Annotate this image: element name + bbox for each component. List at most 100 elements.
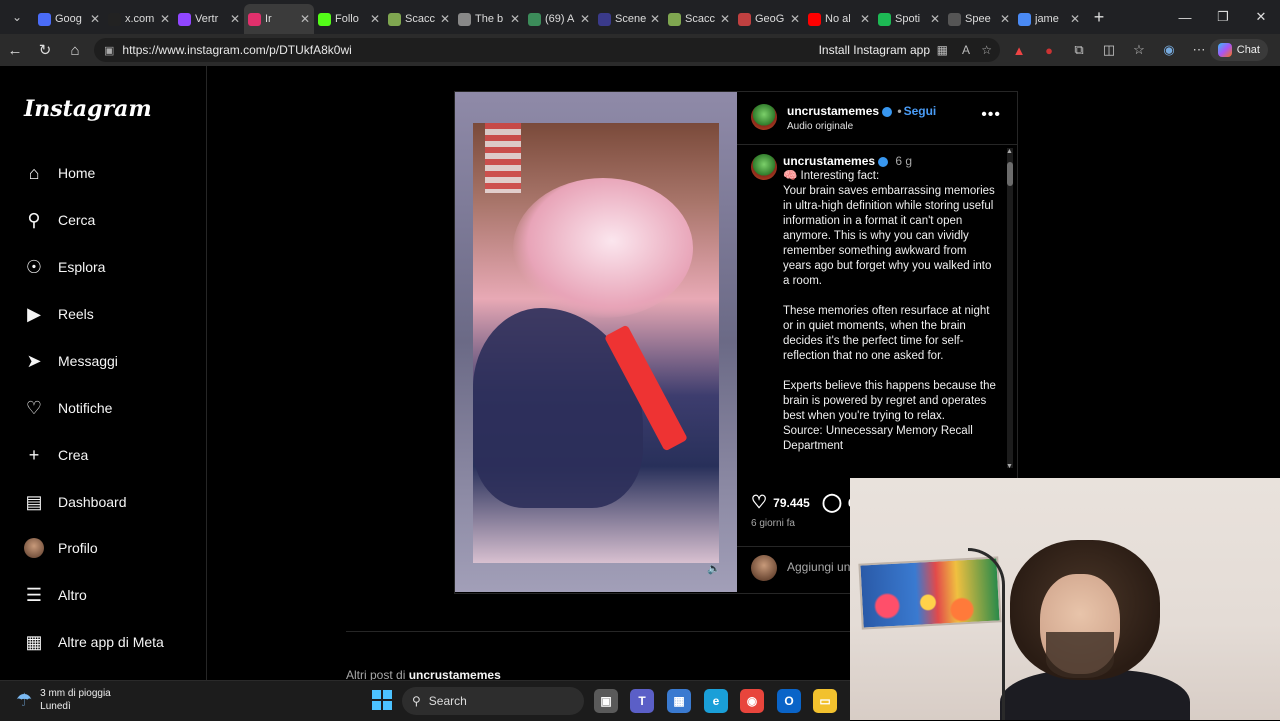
taskbar-outlook-icon[interactable]: O [777,689,801,713]
nav-item-messaggi[interactable]: ➤ Messaggi [24,346,117,376]
minimize-button[interactable]: — [1166,0,1204,34]
favorite-star-icon[interactable]: ☆ [981,43,992,57]
tab-close-icon[interactable]: ✕ [650,12,660,26]
tab-close-icon[interactable]: ✕ [300,12,310,26]
weather-widget[interactable]: ☂ 3 mm di pioggia Lunedì [16,687,111,713]
back-button[interactable]: ← [0,42,30,59]
nav-item-crea[interactable]: + Crea [24,440,89,470]
tab-close-icon[interactable]: ✕ [860,12,870,26]
nav-item-profilo[interactable]: Profilo [24,533,98,563]
browser-tab[interactable]: jame ✕ [1014,4,1084,34]
address-bar[interactable]: ▣ https://www.instagram.com/p/DTUkfA8k0w… [94,38,1000,62]
taskbar-edge-icon[interactable]: e [704,689,728,713]
tab-actions-menu-icon[interactable]: ⌄ [0,0,34,34]
post-media[interactable]: 🔈 [455,92,737,592]
nav-item-esplora[interactable]: ☉ Esplora [24,252,106,282]
maximize-button[interactable]: ❐ [1204,0,1242,34]
more-options-icon[interactable]: ⋯ [1188,42,1210,58]
like-heart-icon[interactable]: ♡ [751,492,767,513]
nav-item-altro[interactable]: ☰ Altro [24,580,87,610]
browser-tab[interactable]: Scacc ✕ [384,4,454,34]
browser-tab[interactable]: Spoti ✕ [874,4,944,34]
taskbar-search[interactable]: ⚲ Search [402,687,584,715]
copilot-chat-button[interactable]: Chat [1209,39,1268,61]
close-window-button[interactable]: ✕ [1242,0,1280,34]
browser-tab[interactable]: GeoG ✕ [734,4,804,34]
taskbar-store-icon[interactable]: ▦ [667,689,691,713]
audio-link[interactable]: Audio originale [787,121,853,132]
tab-close-icon[interactable]: ✕ [720,12,730,26]
scroll-up-icon[interactable]: ▲ [1006,148,1013,155]
site-info-icon[interactable]: ▣ [104,44,114,57]
tab-close-icon[interactable]: ✕ [790,12,800,26]
taskbar-teams-icon[interactable]: T [630,689,654,713]
tab-list: Goog ✕ x.com ✕ Vertr ✕ Ir ✕ Follo ✕ Scacc ✕ The b ✕ (6… [34,0,1084,34]
nav-label: Altro [58,587,87,603]
comment-bubble-icon[interactable]: ◯ [822,492,842,513]
author-username[interactable]: uncrustamemes [787,104,879,118]
instagram-logo[interactable]: Instagram [24,96,152,122]
likes-count[interactable]: 79.445 [773,496,810,510]
install-app-button[interactable]: Install Instagram app [819,43,930,57]
nav-item-altre-app-di-meta[interactable]: ▦ Altre app di Meta [24,627,163,657]
home-button[interactable]: ⌂ [60,42,90,59]
new-tab-button[interactable]: + [1084,7,1114,28]
browser-tab[interactable]: No al ✕ [804,4,874,34]
tab-close-icon[interactable]: ✕ [1070,12,1080,26]
browser-tab[interactable]: Goog ✕ [34,4,104,34]
post-options-icon[interactable]: ••• [981,106,1001,124]
browser-tab[interactable]: Scene ✕ [594,4,664,34]
nav-item-home[interactable]: ⌂ Home [24,158,96,188]
nav-item-notifiche[interactable]: ♡ Notifiche [24,393,113,423]
menu-icon: ☰ [25,584,43,605]
nav-item-dashboard[interactable]: ▤ Dashboard [24,487,126,517]
read-aloud-icon[interactable]: A [962,43,970,57]
post-date: 6 giorni fa [751,518,795,529]
video-frame[interactable] [473,123,719,563]
favorites-icon[interactable]: ☆ [1128,42,1150,58]
taskbar-chrome-icon[interactable]: ◉ [740,689,764,713]
caption-avatar[interactable] [751,154,777,180]
tab-close-icon[interactable]: ✕ [230,12,240,26]
tab-close-icon[interactable]: ✕ [90,12,100,26]
browser-tab[interactable]: Scacc ✕ [664,4,734,34]
nav-item-cerca[interactable]: ⚲ Cerca [24,205,95,235]
webcam-overlay [850,478,1280,720]
split-screen-icon[interactable]: ◫ [1098,42,1120,58]
browser-tab[interactable]: Vertr ✕ [174,4,244,34]
tab-close-icon[interactable]: ✕ [580,12,590,26]
extensions-puzzle-icon[interactable]: ⧉ [1068,42,1090,58]
tab-close-icon[interactable]: ✕ [370,12,380,26]
caption-scrollbar[interactable]: ▲ ▼ [1006,148,1013,470]
tab-title: Scene [615,13,646,25]
weather-line-2: Lunedì [40,701,71,712]
browser-tab[interactable]: x.com ✕ [104,4,174,34]
taskbar-task-view-icon[interactable]: ▣ [594,689,618,713]
taskbar-explorer-icon[interactable]: ▭ [813,689,837,713]
caption-username[interactable]: uncrustamemes [783,154,875,168]
profile-icon[interactable]: ◉ [1158,42,1180,58]
tab-close-icon[interactable]: ✕ [160,12,170,26]
refresh-button[interactable]: ↻ [30,41,60,59]
browser-tab[interactable]: Spee ✕ [944,4,1014,34]
start-button[interactable] [372,690,392,710]
browser-tab[interactable]: Follo ✕ [314,4,384,34]
tab-close-icon[interactable]: ✕ [510,12,520,26]
scroll-down-icon[interactable]: ▼ [1006,463,1013,470]
add-comment-input[interactable]: Aggiungi un [787,560,850,574]
extension-red-icon[interactable]: ● [1038,43,1060,58]
tab-close-icon[interactable]: ✕ [1000,12,1010,26]
app-install-icon[interactable]: ▦ [937,43,948,57]
nav-item-reels[interactable]: ▶ Reels [24,299,94,329]
scroll-thumb[interactable] [1007,162,1013,186]
browser-tab[interactable]: The b ✕ [454,4,524,34]
tab-close-icon[interactable]: ✕ [440,12,450,26]
author-avatar[interactable] [751,104,777,130]
mute-toggle-icon[interactable]: 🔈 [707,562,721,575]
tab-close-icon[interactable]: ✕ [930,12,940,26]
tab-favicon-icon [528,12,541,26]
follow-button[interactable]: Segui [904,104,937,118]
browser-tab[interactable]: Ir ✕ [244,4,314,34]
browser-tab[interactable]: (69) A ✕ [524,4,594,34]
extension-shield-icon[interactable]: ▲ [1008,43,1030,58]
